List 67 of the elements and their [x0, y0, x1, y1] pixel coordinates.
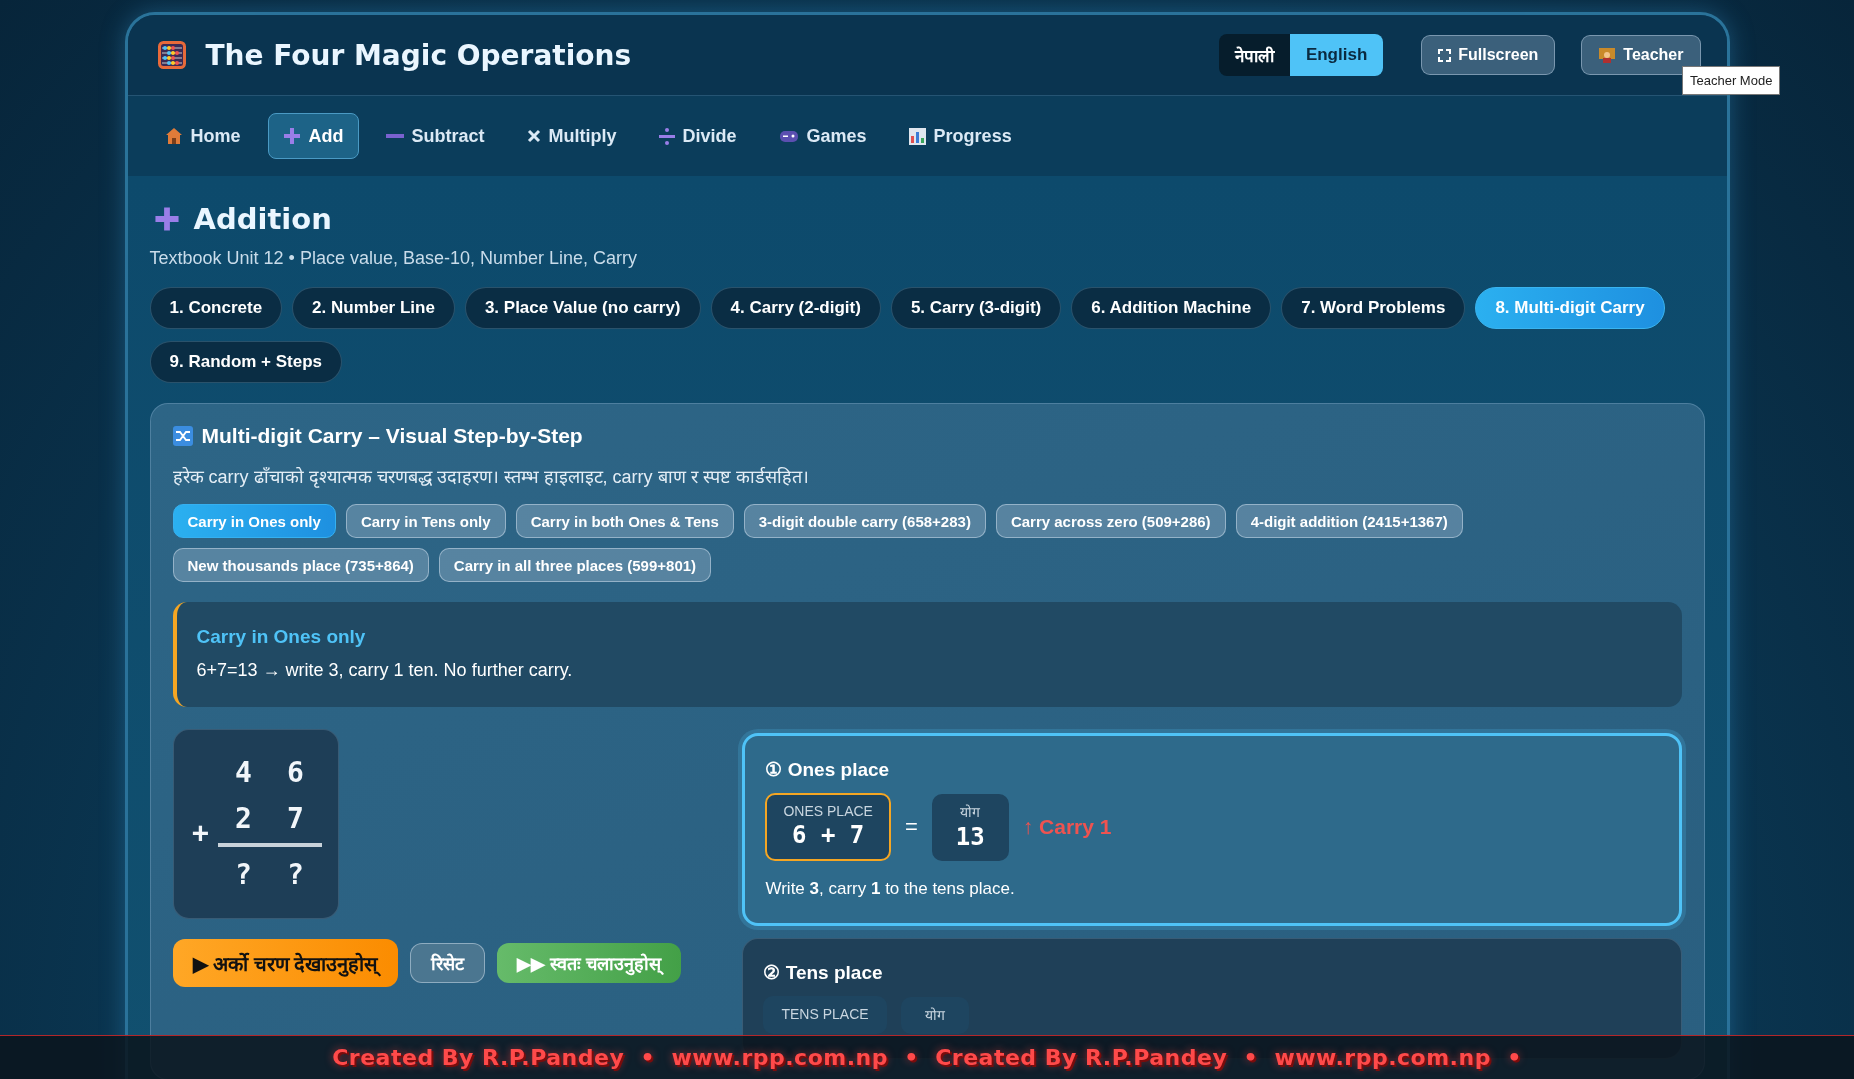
fullscreen-icon — [1438, 48, 1452, 62]
lesson-tab[interactable]: 9. Random + Steps — [149, 341, 343, 383]
example-chip[interactable]: 4-digit addition (2415+1367) — [1235, 504, 1463, 538]
lesson-tab[interactable]: 6. Addition Machine — [1071, 287, 1272, 329]
nav-tab[interactable]: Home — [149, 113, 256, 159]
lesson-tab[interactable]: 3. Place Value (no carry) — [464, 287, 701, 329]
minus-icon — [385, 133, 404, 139]
fullscreen-button[interactable]: Fullscreen — [1421, 35, 1556, 75]
answer-digit: ? — [286, 856, 305, 893]
lesson-tab[interactable]: 1. Concrete — [149, 287, 283, 329]
digit: 7 — [286, 800, 305, 837]
digit: 2 — [234, 800, 253, 837]
example-chip[interactable]: Carry across zero (509+286) — [995, 504, 1226, 538]
example-chip[interactable]: New thousands place (735+864) — [172, 548, 429, 582]
sum-label: योग — [960, 802, 981, 821]
reset-button[interactable]: रिसेट — [410, 943, 486, 983]
lesson-tab[interactable]: 5. Carry (3-digit) — [890, 287, 1062, 329]
lesson-tab[interactable]: 2. Number Line — [292, 287, 455, 329]
sum-label: योग — [924, 1005, 945, 1024]
abacus-icon — [157, 41, 186, 69]
place-label: TENS PLACE — [781, 1006, 869, 1022]
sum-value: 13 — [955, 822, 985, 851]
bar-chart-icon — [908, 127, 926, 145]
nav-tab[interactable]: Add — [267, 113, 359, 159]
nav-tab[interactable]: Games — [763, 113, 882, 159]
example-chip[interactable]: Carry in both Ones & Tens — [515, 504, 734, 538]
next-step-button[interactable]: ▶ अर्को चरण देखाउनुहोस् — [172, 939, 399, 987]
card-description: हरेक carry ढाँचाको दृश्यात्मक चरणबद्ध उदाहरण। स्तम्भ हाइलाइट, carry बाण र स्पष्ट कार्डसहित। — [172, 466, 810, 488]
operator: + — [191, 815, 210, 849]
step-note: Write 3, carry 1 to the tens place. — [765, 879, 1016, 899]
equals-sign: = — [904, 814, 918, 840]
house-icon — [164, 127, 183, 145]
teacher-icon — [1598, 46, 1617, 64]
info-text: 6+7=13 → write 3, carry 1 ten. No further carry. — [196, 660, 574, 681]
app-title: The Four Magic Operations — [205, 38, 633, 72]
example-chip[interactable]: Carry in all three places (599+801) — [438, 548, 712, 582]
place-label: ONES PLACE — [783, 803, 873, 819]
plus-icon — [282, 127, 301, 145]
shuffle-icon — [172, 426, 193, 446]
nav-tab[interactable]: Multiply — [511, 113, 632, 159]
card-title: Multi-digit Carry – Visual Step-by-Step — [201, 424, 583, 448]
nav-tab[interactable]: Progress — [893, 113, 1027, 159]
lesson-tab[interactable]: 7. Word Problems — [1281, 287, 1466, 329]
divide-icon — [658, 127, 675, 145]
gamepad-icon — [778, 129, 799, 143]
step-title: ② Tens place — [763, 961, 884, 984]
digit: 6 — [286, 754, 305, 791]
language-button[interactable]: नेपाली — [1218, 34, 1290, 76]
credit-text: Created By R.P.Pandey • www.rpp.com.np • Created By R.P.Pandey • www.rpp.com.np • — [332, 1045, 1522, 1070]
example-chip[interactable]: Carry in Tens only — [345, 504, 506, 538]
carry-label: ↑ Carry 1 — [1022, 815, 1112, 839]
nav-tab[interactable]: Subtract — [370, 113, 500, 159]
language-button[interactable]: English — [1289, 34, 1384, 76]
lesson-tab[interactable]: 4. Carry (2-digit) — [710, 287, 881, 329]
teacher-button[interactable]: Teacher — [1581, 35, 1701, 75]
example-chip[interactable]: 3-digit double carry (658+283) — [743, 504, 986, 538]
place-digits: 6 + 7 — [792, 821, 865, 849]
tooltip: Teacher Mode — [1682, 66, 1781, 95]
section-subtitle: Textbook Unit 12 • Place value, Base-10, Number Line, Carry — [149, 248, 639, 269]
answer-digit: ? — [234, 856, 253, 893]
section-title: Addition — [193, 202, 332, 236]
info-title: Carry in Ones only — [196, 626, 367, 648]
plus-icon — [153, 206, 180, 232]
digit: 4 — [234, 754, 253, 791]
nav-tab[interactable]: Divide — [643, 113, 752, 159]
step-title: ① Ones place — [765, 758, 891, 781]
multiply-icon — [526, 129, 541, 143]
